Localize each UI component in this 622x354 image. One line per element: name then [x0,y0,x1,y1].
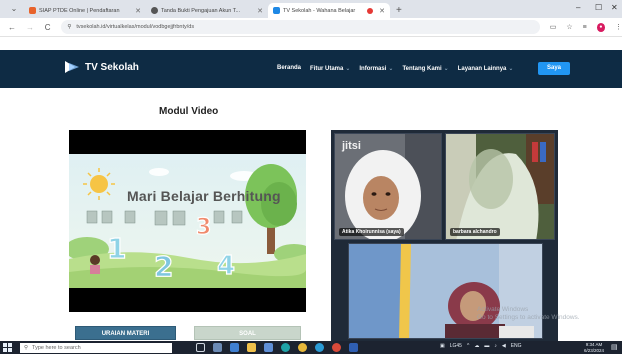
mail-icon[interactable] [230,343,239,352]
number-2: 2 [154,250,173,283]
taskbar-search-input[interactable]: ⚲ Type here to search [20,342,172,353]
tab-close-icon[interactable]: ✕ [135,7,141,15]
nav-beranda[interactable]: Beranda [277,65,301,72]
browser-tab-tv-sekolah[interactable]: TV Sekolah - Wahana Belajar ✕ [268,3,390,18]
participant-name: Atika Khoirunnisa (saya) [339,228,404,236]
section-title: Modul Video [159,106,219,117]
site-logo[interactable]: TV Sekolah [64,60,139,74]
soal-button[interactable]: SOAL [194,326,301,340]
taskbar-clock[interactable]: 9:34 AM 6/23/2024 [584,342,604,353]
widgets-icon[interactable] [213,343,222,352]
taskbar-apps [196,343,358,352]
tab-close-icon[interactable]: ✕ [379,7,385,15]
chrome-icon[interactable] [298,343,307,352]
nav-tentang-kami[interactable]: Tentang Kami ⌄ [402,65,448,72]
nav-informasi[interactable]: Informasi ⌄ [359,65,393,72]
main-nav: Beranda Fitur Utama ⌄ Informasi ⌄ Tentang … [277,65,513,72]
favicon-siap-icon [29,7,36,14]
jitsi-logo: jitsi [342,140,361,152]
uraian-materi-button[interactable]: URAIAN MATERI [75,326,176,340]
mic-icon[interactable]: ♪ [494,343,497,349]
chevron-down-icon: ⌄ [508,66,514,72]
edge-icon[interactable] [281,343,290,352]
number-4: 4 [217,251,235,281]
network-icon[interactable]: ☁ [474,343,479,349]
tv-sekolah-logo-icon [65,61,79,73]
tab-close-icon[interactable]: ✕ [257,7,263,15]
app-icon[interactable] [315,343,324,352]
tab-title: SIAP PTDE Online | Pendaftaran [39,7,120,14]
browser-tab-bar: ⌄ SIAP PTDE Online | Pendaftaran ✕ Tanda… [0,0,622,18]
new-tab-icon[interactable]: + [396,5,402,16]
minimize-icon[interactable]: – [576,3,580,12]
tray-label: LG45 [449,343,462,349]
battery-icon[interactable]: ▬ [484,343,489,349]
participant-name: barbara alchandro [450,228,500,236]
video-frame: 1 2 3 4 Mari Belajar Berhitung [69,154,306,288]
windows-start-icon[interactable] [0,341,14,354]
windows-taskbar: ⚲ Type here to search ▣ LG45 ^ ☁ ▬ ♪ ◀ E… [0,341,622,354]
sidebar-icon[interactable]: ≡ [583,24,587,31]
participant-tile-barbara[interactable]: barbara alchandro [445,133,555,240]
number-1: 1 [107,232,126,265]
video-player[interactable]: 1 2 3 4 Mari Belajar Berhitung [69,130,306,312]
chrome-active-icon[interactable] [332,343,341,352]
language-label[interactable]: ENG [511,343,522,349]
forward-arrow-icon[interactable]: → [26,23,34,32]
participant-video [446,134,554,239]
chevron-down-icon: ⌄ [443,66,449,72]
notification-icon[interactable]: ▤ [611,343,618,351]
volume-icon[interactable]: ◀ [502,343,506,349]
favicon-globe-icon [151,7,158,14]
site-header: TV Sekolah Beranda Fitur Utama ⌄ Informas… [0,50,622,88]
bookmark-star-icon[interactable]: ☆ [566,23,572,31]
brand-name: TV Sekolah [85,61,139,73]
video-title: Mari Belajar Berhitung [127,188,281,204]
cast-icon[interactable]: ▭ [550,23,557,31]
site-info-icon[interactable]: ⚲ [67,24,71,30]
recording-indicator-icon [367,7,374,14]
browser-tab-tanda-bukti[interactable]: Tanda Bukti Pengajuan Akun T... ✕ [146,3,268,18]
close-window-icon[interactable]: ✕ [611,3,618,12]
participant-tile-teacher[interactable] [348,243,543,339]
search-placeholder: Type here to search [32,344,81,351]
tab-search-icon[interactable]: ⌄ [8,3,20,15]
url-text: tvsekolah.id/virtualkelas/modul/vodbgejj… [76,24,195,30]
tab-title: Tanda Bukti Pengajuan Akun T... [161,7,241,14]
number-3: 3 [196,215,211,240]
word-icon[interactable] [349,343,358,352]
watermark-line-1: Activate Windows [477,306,529,313]
participant-video [349,244,542,338]
browser-tab-siap[interactable]: SIAP PTDE Online | Pendaftaran ✕ [24,3,146,18]
chevron-down-icon: ⌄ [388,66,394,72]
nav-layanan-lainnya[interactable]: Layanan Lainnya ⌄ [458,65,514,72]
nav-fitur-utama[interactable]: Fitur Utama ⌄ [310,65,350,72]
store-icon[interactable] [264,343,273,352]
user-saya-button[interactable]: Saya [538,62,570,75]
windows-activation-watermark: Activate Windows Go to Settings to activ… [477,306,580,322]
url-field[interactable]: ⚲ tvsekolah.id/virtualkelas/modul/vodbge… [61,20,540,34]
tray-app-icon[interactable]: ▣ [440,343,445,349]
menu-dots-icon[interactable]: ⋮ [615,23,622,31]
chevron-down-icon: ⌄ [345,66,351,72]
tab-title: TV Sekolah - Wahana Belajar [283,7,356,14]
search-icon: ⚲ [24,344,29,351]
chevron-up-icon[interactable]: ^ [467,343,469,349]
clock-date: 6/23/2024 [584,347,605,353]
maximize-icon[interactable]: ☐ [595,3,602,12]
system-tray: ▣ LG45 ^ ☁ ▬ ♪ ◀ ENG [440,343,522,349]
participant-tile-atika[interactable]: jitsi Atika Khoirunnisa (saya) [334,133,442,240]
reload-icon[interactable]: C [44,23,51,32]
clock-time: 9:34 AM [585,342,603,347]
back-arrow-icon[interactable]: ← [8,23,16,32]
watermark-line-2: Go to Settings to activate Windows. [477,314,580,321]
favicon-tv-sekolah-icon [273,7,280,14]
address-bar: ← → C ⚲ tvsekolah.id/virtualkelas/modul/… [0,18,622,37]
file-explorer-icon[interactable] [247,343,256,352]
profile-avatar-icon[interactable]: ● [596,22,605,32]
video-illustration: 1 2 3 4 [69,154,306,288]
task-view-icon[interactable] [196,343,205,352]
